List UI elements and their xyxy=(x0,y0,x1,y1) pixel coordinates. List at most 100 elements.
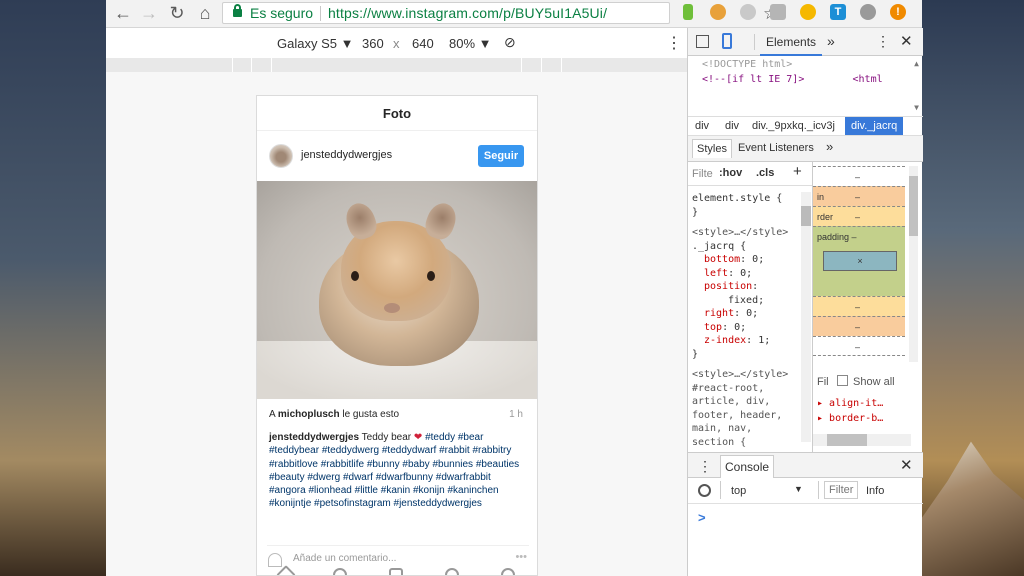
device-more-icon[interactable]: ⋮ xyxy=(666,33,682,53)
extension-cookie-icon[interactable] xyxy=(710,4,726,20)
context-select[interactable]: top xyxy=(731,485,746,497)
scroll-down-icon[interactable]: ▼ xyxy=(914,103,919,112)
hov-toggle[interactable]: :hov xyxy=(719,167,742,179)
scroll-up-icon[interactable]: ▲ xyxy=(914,59,919,68)
log-level-select[interactable]: Info xyxy=(866,485,884,497)
style-source-1[interactable]: <style>…</style> xyxy=(692,226,802,240)
show-all-checkbox[interactable] xyxy=(837,375,848,386)
style-source-2[interactable]: <style>…</style> xyxy=(692,368,802,382)
extension-t-icon[interactable]: T xyxy=(830,4,846,20)
computed-hscrollbar[interactable] xyxy=(813,434,911,446)
back-icon[interactable]: ← xyxy=(112,2,134,24)
new-rule-icon[interactable]: + xyxy=(793,163,802,180)
post-photo[interactable] xyxy=(257,181,537,399)
alert-icon[interactable]: ! xyxy=(890,4,906,20)
box-scrollbar[interactable] xyxy=(909,166,918,362)
react-selector-3[interactable]: footer, header, xyxy=(692,409,802,423)
styles-scrollbar[interactable] xyxy=(801,192,811,442)
device-mode-icon[interactable] xyxy=(722,33,732,49)
extension-smiley-icon[interactable] xyxy=(800,4,816,20)
computed-prop-1[interactable]: ▸ align-it… xyxy=(817,398,883,409)
prop-top[interactable]: top: 0; xyxy=(692,321,802,335)
post-username[interactable]: jensteddydwergjes xyxy=(301,149,392,161)
more-options-icon[interactable]: ••• xyxy=(515,551,527,563)
prop-right[interactable]: right: 0; xyxy=(692,307,802,321)
more-panes-icon[interactable]: » xyxy=(826,139,833,154)
box-scroll-thumb[interactable] xyxy=(909,176,918,236)
prop-position[interactable]: position: xyxy=(692,280,802,294)
console-filter-input[interactable]: Filter xyxy=(824,481,859,499)
box-border-row[interactable]: rder – xyxy=(813,206,905,226)
computed-prop-2[interactable]: ▸ border-b… xyxy=(817,413,883,424)
react-selector-2[interactable]: article, div, xyxy=(692,395,802,409)
reload-icon[interactable]: ↻ xyxy=(166,2,188,24)
comment-input[interactable]: Añade un comentario... xyxy=(293,553,396,564)
home-nav-icon[interactable] xyxy=(276,565,296,575)
ie-comment-line[interactable]: <!--[if lt IE 7]> <html xyxy=(702,74,883,85)
camera-nav-icon[interactable] xyxy=(389,568,403,575)
tab-console[interactable]: Console xyxy=(720,455,775,478)
profile-nav-icon[interactable] xyxy=(501,568,515,575)
crumb-div-selected[interactable]: div._jacrq xyxy=(845,117,904,135)
avatar[interactable] xyxy=(269,144,293,168)
close-devtools-icon[interactable]: ✕ xyxy=(900,32,913,50)
like-heart-icon[interactable] xyxy=(268,553,282,567)
search-nav-icon[interactable] xyxy=(333,568,347,575)
activity-nav-icon[interactable] xyxy=(445,568,459,575)
follow-button[interactable]: Seguir xyxy=(478,145,524,167)
caption-username[interactable]: jensteddydwergjes xyxy=(269,432,359,443)
extension-notes-icon[interactable] xyxy=(770,4,786,20)
likes-user[interactable]: michoplusch xyxy=(278,409,340,420)
computed-filter-input[interactable]: Fil xyxy=(817,376,829,388)
url-text[interactable]: https://www.instagram.com/p/BUY5uI1A5Ui/ xyxy=(328,5,607,21)
tab-elements[interactable]: Elements xyxy=(760,28,823,56)
prop-zindex[interactable]: z-index: 1; xyxy=(692,334,802,348)
box-padding-row[interactable]: padding – × xyxy=(813,226,905,296)
crumb-div-2[interactable]: div xyxy=(725,120,739,132)
context-dropdown-icon[interactable]: ▼ xyxy=(794,484,803,494)
extension-battery-icon[interactable] xyxy=(683,4,693,20)
rotate-icon[interactable]: ⊘ xyxy=(504,34,516,51)
react-selector-4[interactable]: main, nav, xyxy=(692,422,802,436)
prop-left-name: left xyxy=(704,267,729,279)
styles-scroll-thumb[interactable] xyxy=(801,206,811,226)
height-field[interactable]: 640 xyxy=(412,36,434,51)
extension-chat-icon[interactable] xyxy=(860,4,876,20)
close-drawer-icon[interactable]: ✕ xyxy=(900,456,913,474)
tab-styles[interactable]: Styles xyxy=(692,139,732,158)
computed-hscroll-thumb[interactable] xyxy=(827,434,867,446)
clear-console-icon[interactable] xyxy=(698,484,711,497)
prop-left[interactable]: left: 0; xyxy=(692,267,802,281)
prop-bottom[interactable]: bottom: 0; xyxy=(692,253,802,267)
styles-filter-input[interactable]: Filte xyxy=(692,168,713,180)
console-prompt[interactable]: > xyxy=(698,510,706,525)
doctype-line[interactable]: <!DOCTYPE html> xyxy=(702,59,792,70)
dom-tree: <!DOCTYPE html> <!--[if lt IE 7]> <html … xyxy=(688,56,923,116)
tab-event-listeners[interactable]: Event Listeners xyxy=(738,142,814,154)
caption-hashtags[interactable]: #teddy #bear #teddybear #teddydwerg #ted… xyxy=(269,432,519,509)
devtools-panel: Elements » ⋮ ✕ <!DOCTYPE html> <!--[if l… xyxy=(687,28,923,576)
home-icon[interactable]: ⌂ xyxy=(194,2,216,24)
react-selector-5[interactable]: section { xyxy=(692,436,802,450)
prop-position-value[interactable]: fixed; xyxy=(692,294,802,308)
crumb-div-3[interactable]: div._9pxkq._icv3j xyxy=(752,120,835,132)
forward-icon[interactable]: → xyxy=(138,2,160,24)
jacrq-selector[interactable]: ._jacrq { xyxy=(692,240,802,254)
crumb-div-1[interactable]: div xyxy=(695,120,709,132)
width-field[interactable]: 360 xyxy=(362,36,384,51)
box-content[interactable]: × xyxy=(823,251,897,271)
drawer-menu-icon[interactable]: ⋮ xyxy=(698,458,712,475)
media-query-ruler[interactable] xyxy=(106,58,687,72)
react-selector-1[interactable]: #react-root, xyxy=(692,382,802,396)
more-tabs-icon[interactable]: » xyxy=(827,33,835,49)
inspect-icon[interactable] xyxy=(696,35,709,48)
cls-toggle[interactable]: .cls xyxy=(756,167,774,179)
zoom-select[interactable]: 80% ▼ xyxy=(449,36,492,51)
element-style-rule[interactable]: element.style { xyxy=(692,192,802,206)
box-margin-row[interactable]: in – xyxy=(813,186,905,206)
devtools-menu-icon[interactable]: ⋮ xyxy=(876,33,890,50)
extension-gray-icon[interactable] xyxy=(740,4,756,20)
jacrq-close: } xyxy=(692,348,699,360)
address-bar[interactable]: Es seguro https://www.instagram.com/p/BU… xyxy=(222,2,778,24)
device-select[interactable]: Galaxy S5 ▼ xyxy=(277,36,353,51)
